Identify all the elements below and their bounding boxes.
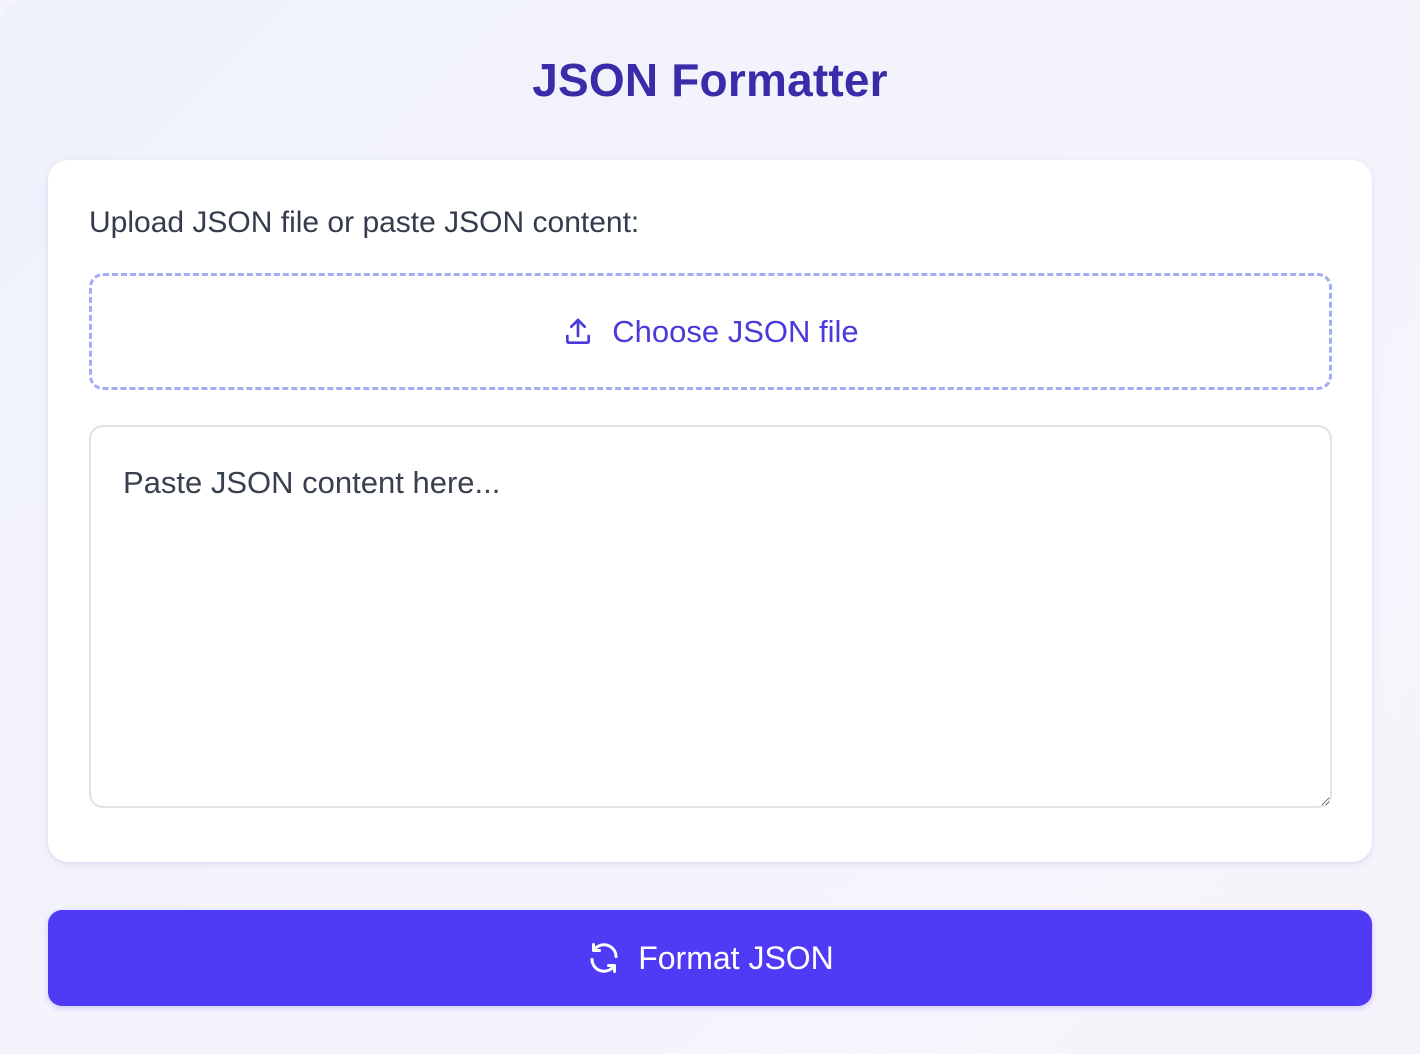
choose-file-label: Choose JSON file [612, 313, 859, 349]
page-title: JSON Formatter [532, 54, 888, 106]
json-formatter-app: JSON Formatter Upload JSON file or paste… [0, 0, 1420, 1054]
choose-file-button[interactable]: Choose JSON file [89, 273, 1332, 390]
json-content-textarea[interactable] [89, 425, 1332, 808]
format-json-label: Format JSON [638, 940, 834, 976]
upload-label: Upload JSON file or paste JSON content: [89, 206, 640, 239]
format-json-button[interactable]: Format JSON [48, 910, 1372, 1006]
refresh-icon [586, 940, 622, 976]
upload-icon [562, 316, 594, 348]
